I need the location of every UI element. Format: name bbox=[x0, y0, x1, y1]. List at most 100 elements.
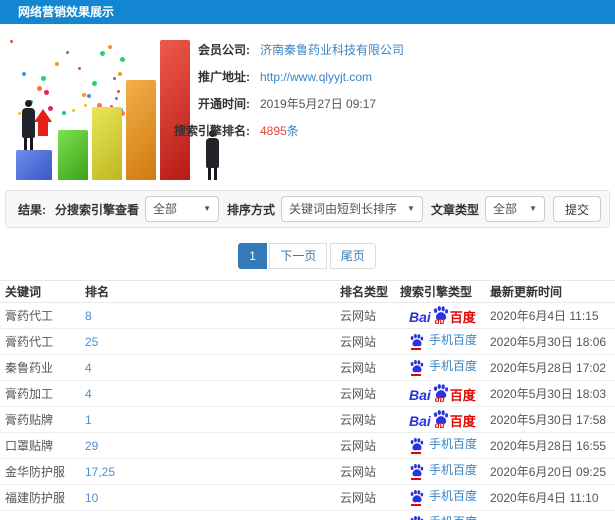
page-1-button[interactable]: 1 bbox=[238, 243, 267, 269]
updated-cell bbox=[485, 510, 615, 520]
mobile-baidu-paw-icon bbox=[409, 333, 424, 350]
table-row: 膏药代工 25 云网站 Bai du 百度 bbox=[0, 328, 615, 355]
filter-controls: 分搜索引擎查看 全部 ▼ 排序方式 关键词由短到长排序 ▼ 文章类型 全部 ▼ … bbox=[47, 196, 609, 222]
info-row-company: 会员公司: 济南秦鲁药业科技有限公司 bbox=[168, 36, 608, 63]
rank-link[interactable]: 1 bbox=[85, 413, 92, 427]
chart-bar-yellow bbox=[92, 107, 122, 180]
keyword-cell: 秦鲁药业 bbox=[0, 354, 80, 381]
chevron-down-icon: ▼ bbox=[203, 204, 212, 213]
keyword-cell: 膏药代工 bbox=[0, 328, 80, 355]
baidu-logo: Bai du 百度 bbox=[409, 305, 476, 325]
rank-link[interactable]: 25 bbox=[85, 335, 98, 349]
sort-label: 排序方式 bbox=[227, 202, 276, 217]
rank-link[interactable]: 29 bbox=[85, 439, 98, 453]
engine-cell: Bai du 百度 bbox=[395, 458, 485, 485]
keyword-cell: 膏药加工 bbox=[0, 380, 80, 407]
rank-cell: 1 bbox=[80, 406, 335, 433]
col-rank-type: 排名类型 bbox=[335, 280, 395, 303]
mobile-baidu-logo: 手机百度 bbox=[409, 515, 477, 520]
rank-link[interactable]: 10 bbox=[85, 491, 98, 505]
updated-cell: 2020年5月30日 18:03 bbox=[485, 380, 615, 407]
page-title: 网络营销效果展示 bbox=[18, 5, 115, 19]
table-header-row: 关键词 排名 排名类型 搜索引擎类型 最新更新时间 bbox=[0, 280, 615, 303]
col-updated: 最新更新时间 bbox=[485, 280, 615, 303]
rank-count-unit: 条 bbox=[286, 124, 299, 138]
table-row: 口罩贴牌 29 云网站 Bai du 百度 bbox=[0, 432, 615, 459]
table-row: 秦鲁药业 4 云网站 Bai du 百度 bbox=[0, 354, 615, 381]
rank-link[interactable]: 4 bbox=[85, 361, 92, 375]
article-type-select[interactable]: 全部 ▼ bbox=[484, 196, 545, 222]
col-rank: 排名 bbox=[80, 280, 335, 303]
rank-type-cell: 云网站 bbox=[335, 302, 395, 329]
businessman-figure-left bbox=[18, 100, 38, 150]
engine-cell: Bai du 百度 bbox=[395, 328, 485, 355]
table-row: 膏药贴牌 1 云网站 Bai du 百度 2020年5月30日 17:58 bbox=[0, 406, 615, 433]
filter-bar: 结果: 分搜索引擎查看 全部 ▼ 排序方式 关键词由短到长排序 ▼ 文章类型 全… bbox=[5, 190, 610, 228]
rank-link[interactable]: 17,25 bbox=[85, 465, 115, 479]
mobile-baidu-paw-icon bbox=[409, 359, 424, 376]
table-row: 福建防护服 10 云网站 Bai du 百度 bbox=[0, 484, 615, 511]
open-time-label: 开通时间: bbox=[198, 97, 250, 111]
keyword-cell bbox=[0, 510, 80, 520]
next-page-button[interactable]: 下一页 bbox=[269, 243, 328, 269]
engine-cell: Bai du 百度 bbox=[395, 354, 485, 381]
pagination: 1 下一页 尾页 bbox=[0, 243, 615, 269]
baidu-paw-icon: du bbox=[432, 383, 449, 403]
table-row: 膏药代工 8 云网站 Bai du 百度 2020年6月4日 11:15 bbox=[0, 302, 615, 329]
engine-cell: Bai du 百度 bbox=[395, 510, 485, 520]
col-keyword: 关键词 bbox=[0, 280, 80, 303]
mobile-baidu-logo: 手机百度 bbox=[409, 437, 477, 454]
keyword-cell: 膏药代工 bbox=[0, 302, 80, 329]
summary-section: 会员公司: 济南秦鲁药业科技有限公司 推广地址: http://www.qlyy… bbox=[0, 24, 615, 186]
info-row-open-time: 开通时间: 2019年5月27日 09:17 bbox=[168, 90, 608, 117]
table-row: 膏药加工 4 云网站 Bai du 百度 2020年5月30日 18:03 bbox=[0, 380, 615, 407]
engine-filter-label: 分搜索引擎查看 bbox=[55, 202, 140, 217]
keyword-cell: 福建防护服 bbox=[0, 484, 80, 511]
page-header: 网络营销效果展示 bbox=[0, 0, 615, 24]
rank-cell: 10 bbox=[80, 484, 335, 511]
submit-button[interactable]: 提交 bbox=[552, 196, 601, 222]
chevron-down-icon: ▼ bbox=[529, 204, 537, 213]
rank-link[interactable]: 4 bbox=[85, 387, 92, 401]
sort-value: 关键词由短到长排序 bbox=[289, 202, 398, 216]
updated-cell: 2020年5月28日 17:02 bbox=[485, 354, 615, 381]
promo-url-label: 推广地址: bbox=[198, 70, 250, 84]
rank-cell: 4 bbox=[80, 380, 335, 407]
updated-cell: 2020年5月30日 18:06 bbox=[485, 328, 615, 355]
updated-cell: 2020年5月28日 16:55 bbox=[485, 432, 615, 459]
engine-cell: Bai du 百度 bbox=[395, 484, 485, 511]
updated-cell: 2020年6月4日 11:15 bbox=[485, 302, 615, 329]
mobile-baidu-paw-icon bbox=[409, 437, 424, 454]
rank-cell: 4 bbox=[80, 354, 335, 381]
mobile-baidu-logo: 手机百度 bbox=[409, 463, 477, 480]
mobile-baidu-logo: 手机百度 bbox=[409, 489, 477, 506]
engine-cell: Bai du 百度 bbox=[395, 380, 485, 407]
table-row: 金华防护服 17,25 云网站 Bai du 百度 bbox=[0, 458, 615, 485]
sort-select[interactable]: 关键词由短到长排序 ▼ bbox=[281, 196, 423, 222]
promo-url-link[interactable]: http://www.qlyyjt.com bbox=[260, 70, 372, 84]
mobile-baidu-paw-icon bbox=[409, 515, 424, 520]
last-page-button[interactable]: 尾页 bbox=[329, 243, 376, 269]
rank-type-cell bbox=[335, 510, 395, 520]
updated-cell: 2020年5月30日 17:58 bbox=[485, 406, 615, 433]
engine-filter-select[interactable]: 全部 ▼ bbox=[145, 196, 220, 222]
rank-type-cell: 云网站 bbox=[335, 484, 395, 511]
keyword-cell: 膏药贴牌 bbox=[0, 406, 80, 433]
rank-type-cell: 云网站 bbox=[335, 432, 395, 459]
col-engine-type: 搜索引擎类型 bbox=[395, 280, 485, 303]
rank-type-cell: 云网站 bbox=[335, 458, 395, 485]
rank-type-cell: 云网站 bbox=[335, 406, 395, 433]
chart-bar-green bbox=[58, 130, 88, 180]
mobile-baidu-logo: 手机百度 bbox=[409, 359, 477, 376]
engine-cell: Bai du 百度 bbox=[395, 302, 485, 329]
rank-cell: 25 bbox=[80, 328, 335, 355]
rank-count-label: 搜索引擎排名: bbox=[174, 124, 250, 138]
rank-cell: 17,25 bbox=[80, 458, 335, 485]
info-row-rank-count: 搜索引擎排名: 4895条 bbox=[168, 117, 608, 144]
article-type-value: 全部 bbox=[492, 202, 517, 216]
mobile-baidu-paw-icon bbox=[409, 463, 424, 480]
rank-link[interactable]: 8 bbox=[85, 309, 92, 323]
updated-cell: 2020年6月4日 11:10 bbox=[485, 484, 615, 511]
rank-cell: 8 bbox=[80, 302, 335, 329]
company-link[interactable]: 济南秦鲁药业科技有限公司 bbox=[260, 41, 404, 58]
